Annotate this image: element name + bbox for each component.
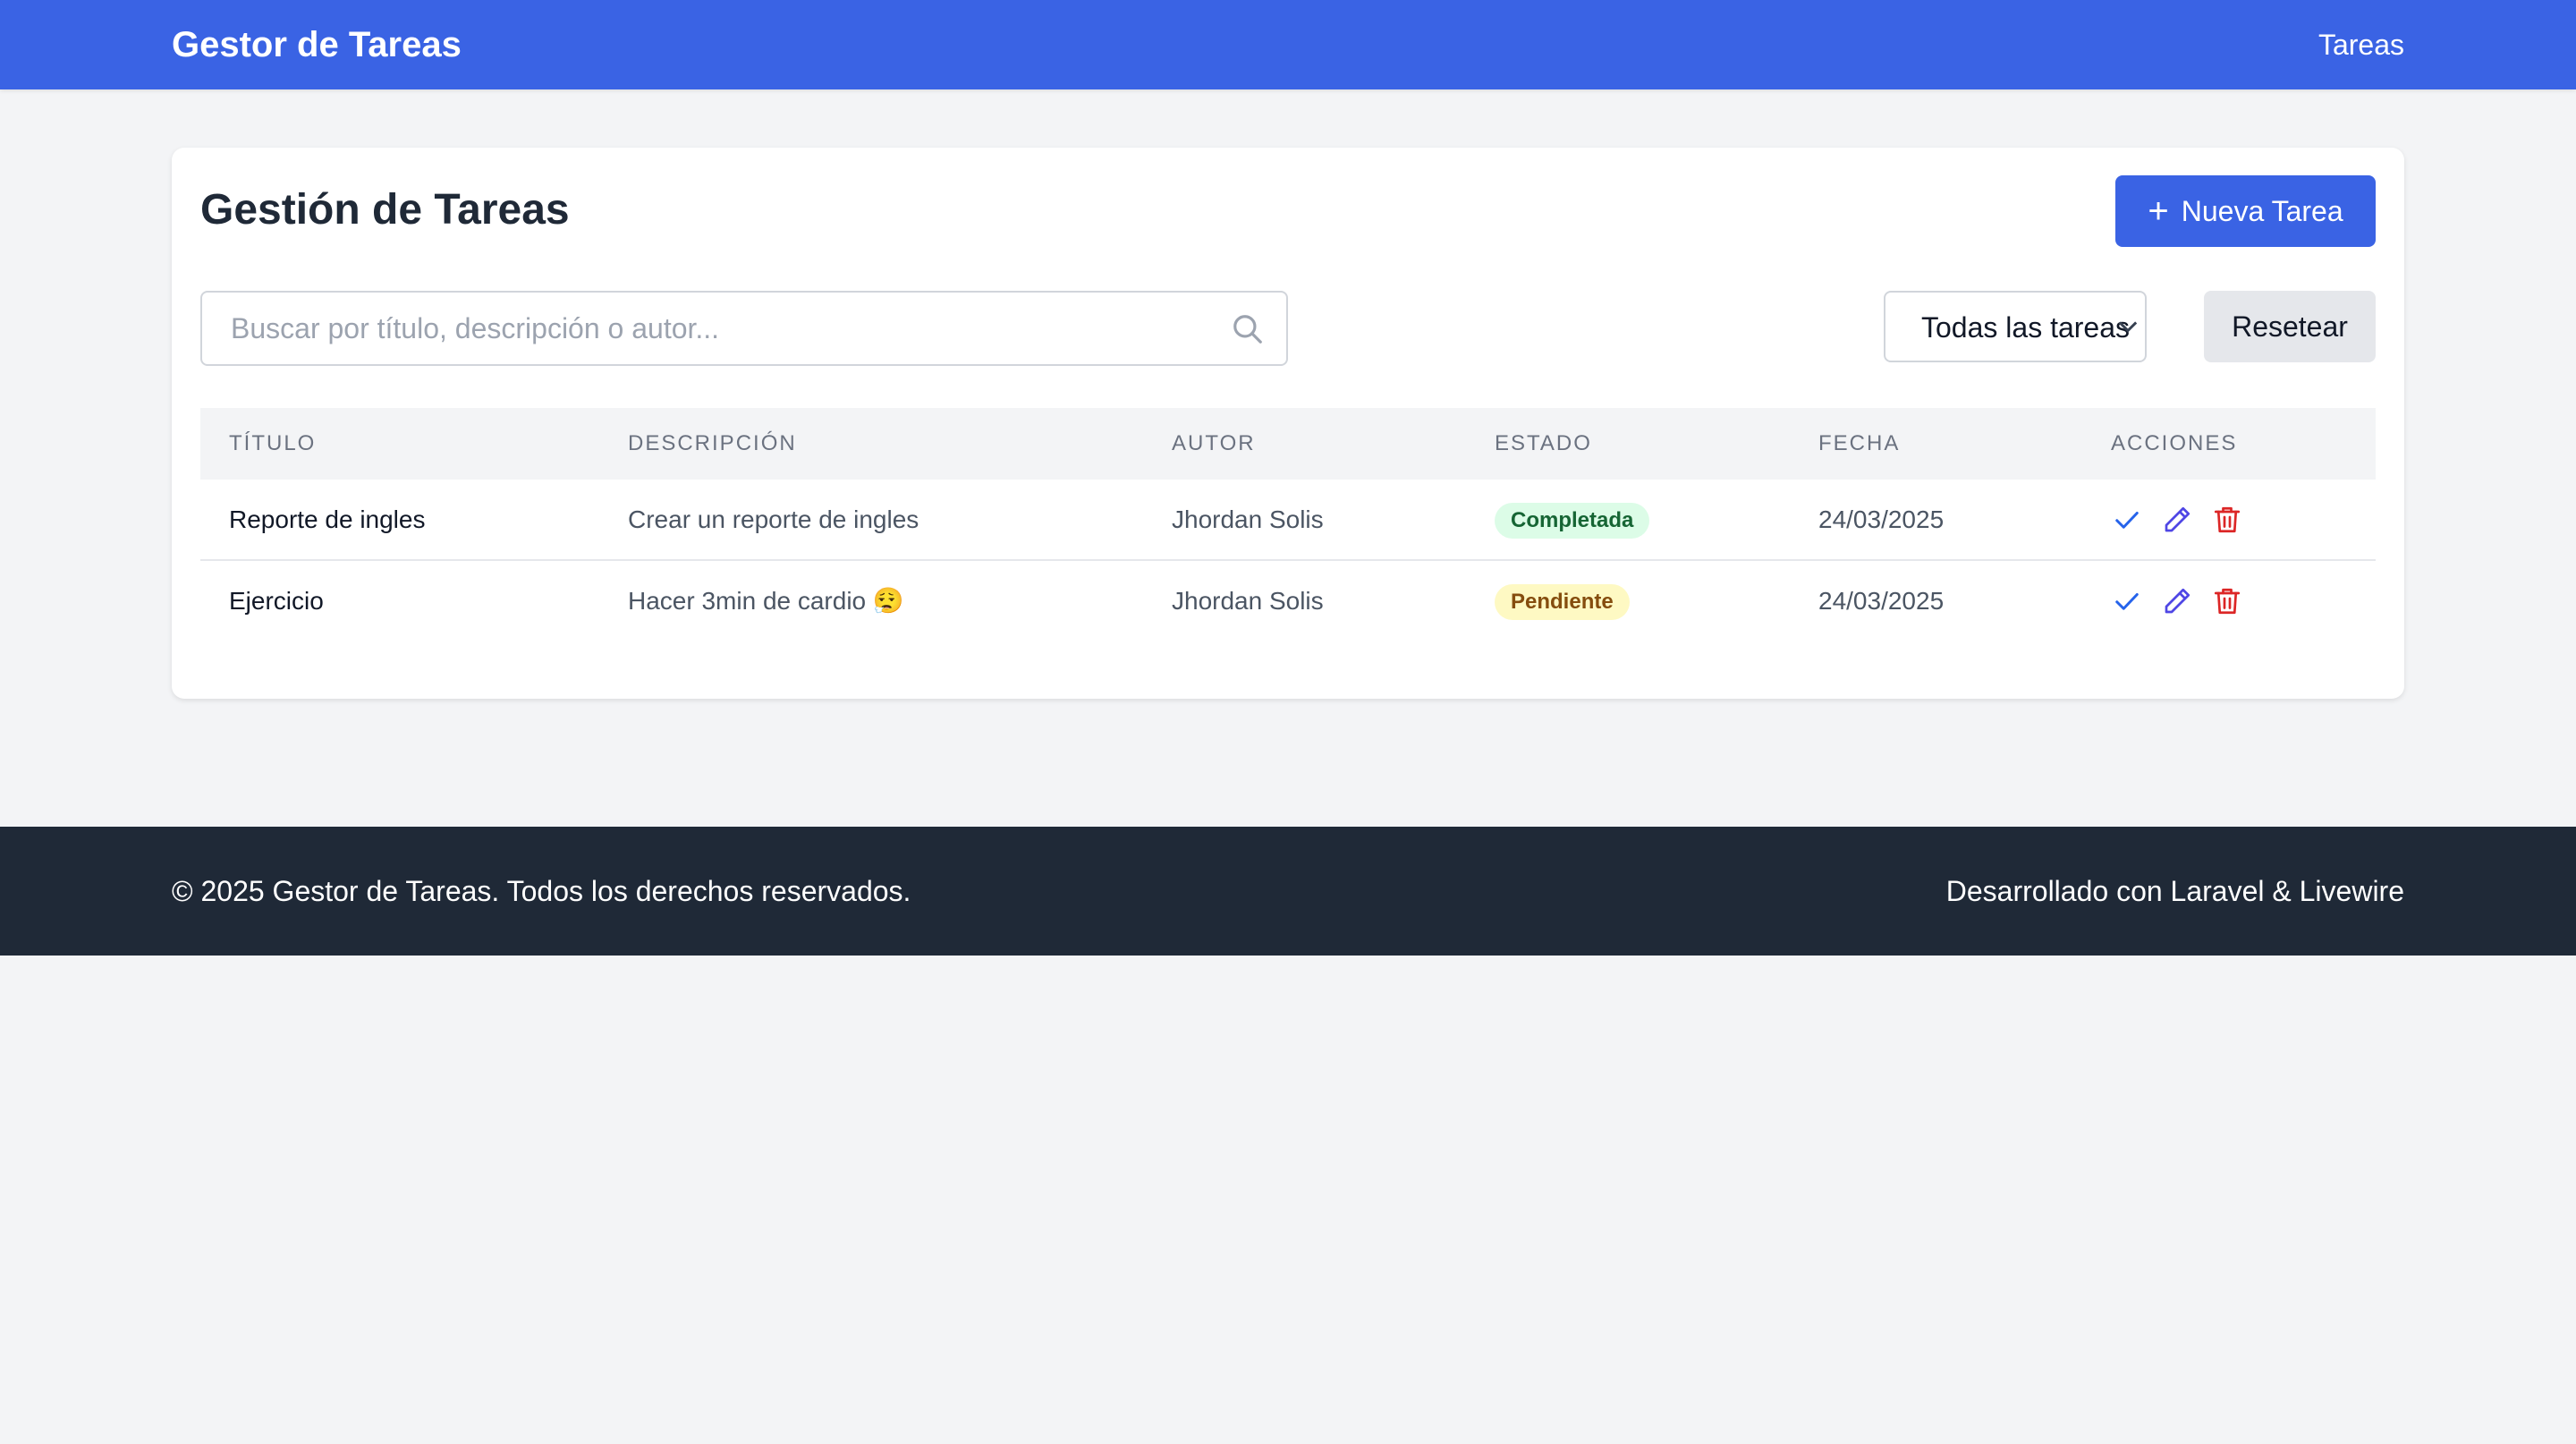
search-icon[interactable]: [1231, 312, 1265, 346]
search-input[interactable]: [202, 293, 1286, 364]
header-author: AUTOR: [1172, 431, 1256, 455]
search-box: [200, 291, 1288, 366]
footer-copyright: © 2025 Gestor de Tareas. Todos los derec…: [172, 875, 911, 907]
footer-credits: Desarrollado con Laravel & Livewire: [1945, 875, 2404, 907]
chevron-down-icon: [2118, 321, 2138, 333]
navbar: Gestor de Tareas Tareas: [0, 0, 2576, 89]
tasks-card: Gestión de Tareas + Nueva Tarea Todas la…: [172, 148, 2404, 699]
header-description: DESCRIPCIÓN: [628, 431, 797, 455]
new-task-button[interactable]: + Nueva Tarea: [2115, 175, 2376, 247]
task-date: 24/03/2025: [1818, 505, 1945, 533]
table-row: Reporte de ingles Crear un reporte de in…: [200, 480, 2376, 561]
status-badge: Pendiente: [1495, 584, 1630, 620]
row-actions: [2111, 583, 2243, 619]
row-actions: [2111, 502, 2243, 538]
footer: © 2025 Gestor de Tareas. Todos los derec…: [0, 827, 2576, 956]
nav-link-tareas[interactable]: Tareas: [2318, 0, 2404, 89]
header-status: ESTADO: [1495, 431, 1592, 455]
status-filter-value: Todas las tareas: [1921, 311, 2131, 344]
task-title: Reporte de ingles: [229, 505, 426, 533]
pencil-icon[interactable]: [2161, 502, 2193, 538]
task-date: 24/03/2025: [1818, 587, 1945, 615]
brand-title[interactable]: Gestor de Tareas: [172, 0, 462, 89]
trash-icon[interactable]: [2211, 502, 2243, 538]
task-author: Jhordan Solis: [1172, 505, 1324, 533]
header-title: TÍTULO: [229, 431, 317, 455]
trash-icon[interactable]: [2211, 583, 2243, 619]
check-icon[interactable]: [2111, 583, 2143, 619]
task-description: Hacer 3min de cardio 😮‍💨: [628, 587, 904, 615]
table-row: Ejercicio Hacer 3min de cardio 😮‍💨 Jhord…: [200, 561, 2376, 642]
plus-icon: +: [2148, 191, 2169, 231]
header-date: FECHA: [1818, 431, 1901, 455]
table-header: TÍTULO DESCRIPCIÓN AUTOR ESTADO FECHA AC…: [200, 408, 2376, 480]
status-badge: Completada: [1495, 503, 1650, 539]
pencil-icon[interactable]: [2161, 583, 2193, 619]
task-title: Ejercicio: [229, 587, 324, 615]
task-author: Jhordan Solis: [1172, 587, 1324, 615]
check-icon[interactable]: [2111, 502, 2143, 538]
status-filter-select[interactable]: Todas las tareas: [1884, 291, 2147, 362]
header-actions: ACCIONES: [2111, 431, 2238, 455]
reset-button[interactable]: Resetear: [2204, 291, 2376, 362]
new-task-label: Nueva Tarea: [2181, 194, 2343, 227]
tasks-table: TÍTULO DESCRIPCIÓN AUTOR ESTADO FECHA AC…: [200, 408, 2376, 642]
page-title: Gestión de Tareas: [200, 186, 570, 234]
task-description: Crear un reporte de ingles: [628, 505, 919, 533]
